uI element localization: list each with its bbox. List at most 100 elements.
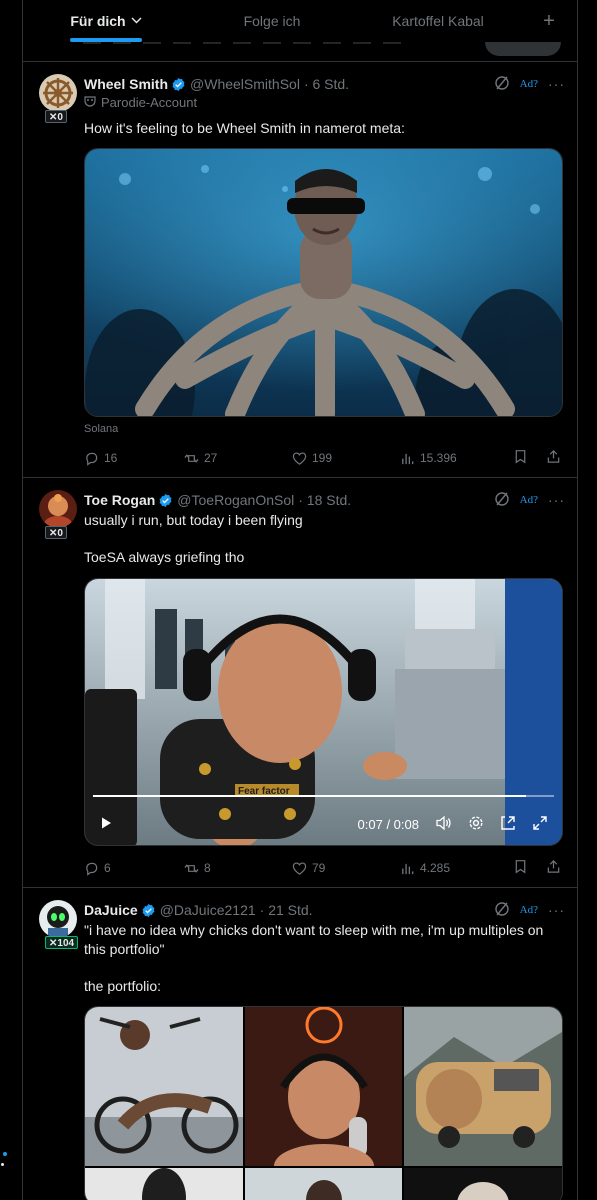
peek-button bbox=[485, 42, 561, 56]
tweet-image-grid[interactable] bbox=[84, 1006, 563, 1200]
tweet-dajuice[interactable]: ✕104 DaJuice @DaJuice2121 · 21 Std. Ad? … bbox=[23, 888, 577, 1200]
repost-icon bbox=[184, 453, 199, 463]
more-icon[interactable]: ··· bbox=[548, 902, 565, 918]
post-time[interactable]: · 6 Std. bbox=[304, 76, 349, 92]
grid-image-5[interactable] bbox=[244, 1168, 403, 1200]
share-icon[interactable] bbox=[546, 859, 561, 877]
repost-count: 27 bbox=[204, 451, 218, 465]
tweet-text-line2: ToeSA always griefing tho bbox=[84, 549, 245, 565]
repost-button[interactable]: 27 bbox=[184, 451, 292, 466]
views-button[interactable]: 15.396 bbox=[400, 451, 510, 466]
tab-label: Kartoffel Kabal bbox=[392, 13, 484, 29]
video-time: 0:07 / 0:08 bbox=[357, 816, 419, 832]
tweet-header: Wheel Smith @WheelSmithSol · 6 Std. Ad? … bbox=[84, 74, 565, 94]
grid-image-4[interactable] bbox=[85, 1168, 243, 1200]
author-handle[interactable]: @DaJuice2121 bbox=[160, 902, 256, 918]
more-icon[interactable]: ··· bbox=[548, 492, 565, 508]
verified-icon bbox=[158, 493, 173, 508]
avatar[interactable] bbox=[39, 74, 77, 112]
post-time[interactable]: · 18 Std. bbox=[298, 492, 351, 508]
views-button[interactable]: 4.285 bbox=[400, 861, 510, 876]
author-handle[interactable]: @ToeRoganOnSol bbox=[177, 492, 294, 508]
avatar[interactable] bbox=[39, 490, 77, 528]
chevron-down-icon[interactable] bbox=[131, 16, 142, 27]
post-time[interactable]: · 21 Std. bbox=[260, 902, 313, 918]
like-count: 79 bbox=[312, 861, 326, 875]
ad-label[interactable]: Ad? bbox=[520, 78, 538, 90]
left-edge-indicator-2 bbox=[1, 1163, 4, 1166]
tweet-video[interactable]: Fear factor 0:07 / 0:08 bbox=[84, 578, 563, 846]
tweet-actions: 16 27 199 15.396 bbox=[84, 449, 561, 467]
author-handle[interactable]: @WheelSmithSol bbox=[190, 76, 300, 92]
media-source: Solana bbox=[84, 423, 119, 435]
view-count: 15.396 bbox=[420, 451, 457, 465]
fullscreen-icon[interactable] bbox=[532, 815, 548, 834]
like-button[interactable]: 79 bbox=[292, 861, 400, 876]
mask-icon bbox=[84, 95, 96, 110]
avatar[interactable] bbox=[39, 900, 77, 938]
view-count: 4.285 bbox=[420, 861, 451, 875]
grid-image-podcast[interactable] bbox=[244, 1007, 403, 1166]
video-progress-bar[interactable] bbox=[93, 795, 554, 797]
grok-icon[interactable] bbox=[494, 491, 510, 510]
author-name[interactable]: Toe Rogan bbox=[84, 492, 155, 508]
bookmark-icon[interactable] bbox=[513, 449, 528, 467]
views-icon bbox=[402, 863, 414, 874]
verified-icon bbox=[171, 77, 186, 92]
grok-icon[interactable] bbox=[494, 75, 510, 94]
add-tab-button[interactable]: + bbox=[521, 0, 577, 42]
timeline-tabs: Für dich Folge ich Kartoffel Kabal + bbox=[23, 0, 577, 42]
tweet-toe-rogan[interactable]: ✕0 Toe Rogan @ToeRoganOnSol · 18 Std. Ad… bbox=[23, 478, 577, 888]
parody-label: Parodie-Account bbox=[84, 95, 197, 110]
peek-content bbox=[83, 42, 403, 44]
tweet-text: How it's feeling to be Wheel Smith in na… bbox=[84, 120, 405, 136]
tweet-wheel-smith[interactable]: ✕0 Wheel Smith @WheelSmithSol · 6 Std. A… bbox=[23, 62, 577, 478]
author-name[interactable]: DaJuice bbox=[84, 902, 138, 918]
volume-icon[interactable] bbox=[435, 815, 452, 834]
tab-following[interactable]: Folge ich bbox=[189, 0, 355, 42]
reply-icon bbox=[86, 862, 98, 876]
settings-gear-icon[interactable] bbox=[468, 815, 484, 834]
plus-icon: + bbox=[543, 9, 555, 32]
tab-for-you[interactable]: Für dich bbox=[23, 0, 189, 42]
tweet-actions: 6 8 79 4.285 bbox=[84, 859, 561, 877]
verified-icon bbox=[141, 903, 156, 918]
ad-label[interactable]: Ad? bbox=[520, 494, 538, 506]
left-edge-indicator bbox=[3, 1152, 7, 1156]
video-controls: 0:07 / 0:08 bbox=[99, 813, 548, 835]
tweet-text-line2: the portfolio: bbox=[84, 978, 162, 994]
tab-kartoffel-kabal[interactable]: Kartoffel Kabal bbox=[355, 0, 521, 42]
views-icon bbox=[402, 453, 414, 464]
score-badge: ✕104 bbox=[45, 936, 79, 949]
parody-text: Parodie-Account bbox=[101, 95, 198, 110]
reply-count: 16 bbox=[104, 451, 118, 465]
heart-icon bbox=[292, 451, 307, 465]
reply-button[interactable]: 16 bbox=[84, 451, 184, 466]
tab-label: Folge ich bbox=[243, 13, 301, 29]
ad-label[interactable]: Ad? bbox=[520, 904, 538, 916]
tab-label: Für dich bbox=[70, 13, 126, 29]
share-icon[interactable] bbox=[546, 449, 561, 467]
repost-icon bbox=[184, 863, 199, 873]
like-count: 199 bbox=[312, 451, 333, 465]
score-badge: ✕0 bbox=[45, 110, 67, 123]
play-icon[interactable] bbox=[99, 816, 113, 833]
score-badge: ✕0 bbox=[45, 526, 67, 539]
heart-icon bbox=[292, 861, 307, 875]
author-name[interactable]: Wheel Smith bbox=[84, 76, 168, 92]
grok-icon[interactable] bbox=[494, 901, 510, 920]
like-button[interactable]: 199 bbox=[292, 451, 400, 466]
grid-image-bike[interactable] bbox=[85, 1007, 243, 1166]
bookmark-icon[interactable] bbox=[513, 859, 528, 877]
timeline-column: Für dich Folge ich Kartoffel Kabal + ✕0 … bbox=[22, 0, 578, 1200]
video-progress-fill bbox=[93, 795, 527, 797]
tweet-header: DaJuice @DaJuice2121 · 21 Std. Ad? ··· bbox=[84, 900, 565, 920]
tweet-text: "i have no idea why chicks don't want to… bbox=[84, 922, 544, 957]
tweet-image[interactable] bbox=[84, 148, 563, 417]
repost-button[interactable]: 8 bbox=[184, 861, 292, 876]
grid-image-van[interactable] bbox=[404, 1007, 562, 1166]
grid-image-6[interactable] bbox=[404, 1168, 562, 1200]
reply-button[interactable]: 6 bbox=[84, 861, 184, 876]
more-icon[interactable]: ··· bbox=[548, 76, 565, 92]
picture-in-picture-icon[interactable] bbox=[500, 815, 516, 834]
